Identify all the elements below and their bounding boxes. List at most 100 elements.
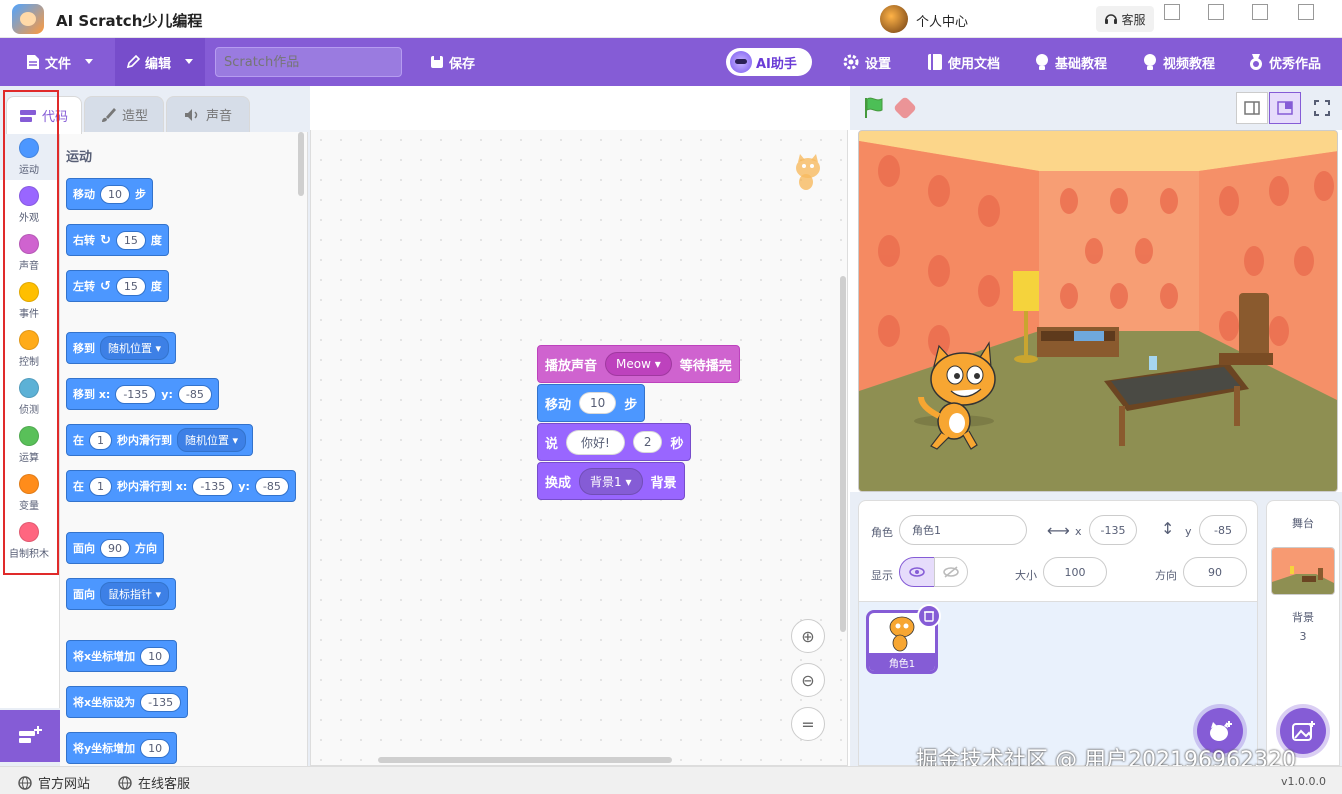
block-input[interactable]: 1 xyxy=(89,430,112,450)
show-visible-button[interactable] xyxy=(899,557,935,587)
menu-file[interactable]: 文件 xyxy=(26,38,94,86)
dropdown-value: 随机位置 xyxy=(108,342,152,355)
category-events[interactable]: 事件 xyxy=(0,276,58,324)
official-website-link[interactable]: 官方网站 xyxy=(18,773,90,792)
block-text: 在 xyxy=(73,434,84,447)
size-input[interactable]: 100 xyxy=(1043,557,1107,587)
block-text: 左转 xyxy=(73,280,95,293)
zoom-in-icon: ⊕ xyxy=(801,626,815,646)
script-block-move[interactable]: 移动 10 步 xyxy=(537,384,646,422)
delete-sprite-button[interactable] xyxy=(917,604,941,628)
block-input[interactable]: -135 xyxy=(140,692,182,712)
block-input[interactable]: -85 xyxy=(254,476,289,496)
block-input[interactable]: -135 xyxy=(115,384,157,404)
user-avatar[interactable] xyxy=(880,5,908,33)
workspace-vertical-scrollbar[interactable] xyxy=(840,276,846,632)
block-goto[interactable]: 移到 随机位置 ▾ xyxy=(66,332,177,364)
block-goto-xy[interactable]: 移到 x: -135 y: -85 xyxy=(66,378,219,410)
block-glide-xy[interactable]: 在 1 秒内滑行到 x: -135 y: -85 xyxy=(66,470,296,502)
project-title-input[interactable] xyxy=(215,47,402,77)
small-stage-button[interactable] xyxy=(1236,92,1268,124)
tab-costume-label: 造型 xyxy=(121,109,148,124)
online-support-link[interactable]: 在线客服 xyxy=(118,773,190,792)
green-flag-icon[interactable] xyxy=(862,96,886,120)
block-dropdown[interactable]: 随机位置 ▾ xyxy=(177,428,247,452)
block-glide[interactable]: 在 1 秒内滑行到 随机位置 ▾ xyxy=(66,424,254,456)
normal-stage-button[interactable] xyxy=(1269,92,1301,124)
category-looks[interactable]: 外观 xyxy=(0,180,58,228)
menu-bar: 文件 编辑 保存 AI助手 设置 使用文档 基础教程 视频教程 优秀作品 xyxy=(0,38,1342,86)
y-input[interactable]: -85 xyxy=(1199,515,1247,545)
maximize-button[interactable] xyxy=(1252,4,1268,20)
block-turn-right[interactable]: 右转 ↻ 15 度 xyxy=(66,224,169,256)
zoom-in-button[interactable]: ⊕ xyxy=(791,619,825,653)
category-motion[interactable]: 运动 xyxy=(0,132,58,180)
block-change-y[interactable]: 将y坐标增加 10 xyxy=(66,732,178,764)
category-variables[interactable]: 变量 xyxy=(0,468,58,516)
block-input[interactable]: -135 xyxy=(192,476,234,496)
support-button[interactable]: 客服 xyxy=(1096,6,1154,32)
docs-button[interactable]: 使用文档 xyxy=(927,38,1000,86)
show-hidden-button[interactable] xyxy=(934,557,968,587)
block-input[interactable]: 10 xyxy=(140,738,171,758)
block-input[interactable]: 2 xyxy=(632,431,663,453)
settings-button[interactable]: 设置 xyxy=(842,38,891,86)
add-extension-button[interactable] xyxy=(0,710,60,762)
app-title: AI Scratch少儿编程 xyxy=(56,12,203,30)
category-operators-label: 运算 xyxy=(19,453,39,464)
basic-tutorial-button[interactable]: 基础教程 xyxy=(1034,38,1107,86)
block-point-towards[interactable]: 面向 鼠标指针 ▾ xyxy=(66,578,177,610)
x-input[interactable]: -135 xyxy=(1089,515,1137,545)
category-sound[interactable]: 声音 xyxy=(0,228,58,276)
script-block-play-sound[interactable]: 播放声音 Meow ▾ 等待播完 xyxy=(537,345,740,383)
minimize-button[interactable] xyxy=(1208,4,1224,20)
category-control[interactable]: 控制 xyxy=(0,324,58,372)
script-block-switch-backdrop[interactable]: 换成 背景1 ▾ 背景 xyxy=(537,462,685,500)
sprite-name-input[interactable]: 角色1 xyxy=(899,515,1027,545)
save-button[interactable]: 保存 xyxy=(430,38,475,86)
showcase-button[interactable]: 优秀作品 xyxy=(1248,38,1321,86)
block-set-x[interactable]: 将x坐标设为 -135 xyxy=(66,686,189,718)
vertical-arrows-icon: ↕ xyxy=(1161,519,1175,538)
block-input[interactable]: 90 xyxy=(100,538,130,558)
fullscreen-button[interactable] xyxy=(1306,92,1338,124)
workspace-horizontal-scrollbar[interactable] xyxy=(378,757,672,763)
category-operators[interactable]: 运算 xyxy=(0,420,58,468)
backdrop-label: 背景 xyxy=(1292,611,1314,624)
close-button[interactable] xyxy=(1298,4,1314,20)
block-dropdown[interactable]: 鼠标指针 ▾ xyxy=(100,582,170,606)
script-block-say[interactable]: 说 你好! 2 秒 xyxy=(537,423,692,461)
ai-assistant-button[interactable]: AI助手 xyxy=(726,48,812,76)
category-sound-dot xyxy=(19,234,39,254)
block-input[interactable]: 1 xyxy=(89,476,112,496)
category-my-blocks[interactable]: 自制积木 xyxy=(0,516,58,564)
video-tutorial-button[interactable]: 视频教程 xyxy=(1142,38,1215,86)
window-option-button[interactable] xyxy=(1164,4,1180,20)
block-dropdown[interactable]: 随机位置 ▾ xyxy=(100,336,170,360)
block-input[interactable]: 15 xyxy=(115,276,146,296)
block-dropdown[interactable]: Meow ▾ xyxy=(605,352,672,376)
block-input[interactable]: 10 xyxy=(100,184,130,204)
zoom-out-button[interactable]: ⊖ xyxy=(791,663,825,697)
block-change-x[interactable]: 将x坐标增加 10 xyxy=(66,640,178,672)
block-input[interactable]: 10 xyxy=(579,392,617,414)
block-dropdown[interactable]: 背景1 ▾ xyxy=(579,467,643,495)
stage-canvas[interactable] xyxy=(858,130,1338,492)
showcase-label: 优秀作品 xyxy=(1269,56,1322,72)
menu-edit[interactable]: 编辑 xyxy=(126,38,194,86)
palette-scrollbar[interactable] xyxy=(298,132,304,196)
block-input[interactable]: 10 xyxy=(140,646,171,666)
block-input[interactable]: 你好! xyxy=(566,429,625,455)
block-turn-left[interactable]: 左转 ↺ 15 度 xyxy=(66,270,169,302)
tab-code[interactable]: 代码 xyxy=(6,96,82,134)
zoom-reset-button[interactable]: = xyxy=(791,707,825,741)
user-center-link[interactable]: 个人中心 xyxy=(916,11,968,30)
block-move-steps[interactable]: 移动 10 步 xyxy=(66,178,153,210)
category-menu: 运动 外观 声音 事件 控制 侦测 运算 变量 自制积木 xyxy=(0,132,60,708)
direction-input[interactable]: 90 xyxy=(1183,557,1247,587)
block-input[interactable]: -85 xyxy=(177,384,212,404)
block-point-direction[interactable]: 面向 90 方向 xyxy=(66,532,164,564)
stage-thumbnail[interactable] xyxy=(1271,547,1335,595)
category-sensing[interactable]: 侦测 xyxy=(0,372,58,420)
block-input[interactable]: 15 xyxy=(115,230,146,250)
